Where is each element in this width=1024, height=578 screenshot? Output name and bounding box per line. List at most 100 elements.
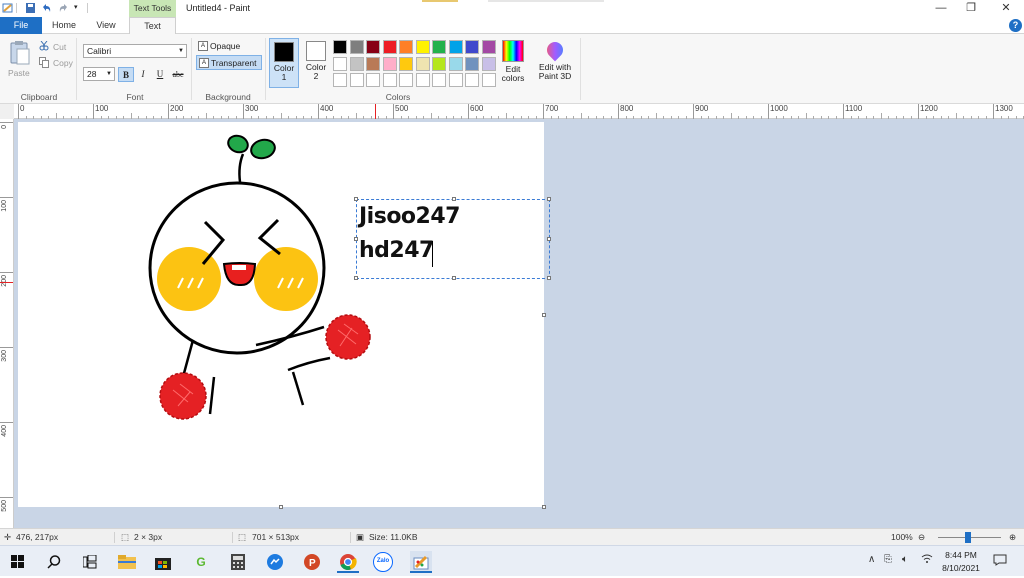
save-icon[interactable]: [25, 2, 36, 14]
messenger-icon[interactable]: [264, 551, 286, 573]
minimize-icon[interactable]: —: [925, 0, 957, 17]
paint-icon[interactable]: [410, 551, 432, 573]
text-line-2[interactable]: hd247: [359, 238, 434, 263]
color-swatch[interactable]: [465, 40, 479, 54]
tab-text[interactable]: Text: [129, 17, 176, 35]
text-line-1[interactable]: Jisoo247: [359, 204, 460, 229]
color-swatch[interactable]: [432, 73, 446, 87]
color-swatch[interactable]: [382, 73, 397, 87]
color-swatch[interactable]: [349, 40, 364, 54]
strikethrough-button[interactable]: abc: [170, 67, 186, 82]
search-icon[interactable]: [43, 551, 65, 573]
file-explorer-icon[interactable]: [116, 551, 138, 573]
resize-handle[interactable]: [547, 197, 551, 201]
wifi-icon[interactable]: [921, 554, 933, 567]
calculator-icon[interactable]: [227, 551, 249, 573]
chrome-icon[interactable]: [337, 551, 359, 573]
clock-date[interactable]: 8/10/2021: [936, 563, 986, 573]
canvas-resize-handle[interactable]: [542, 505, 546, 509]
workspace[interactable]: Jisoo247 hd247: [14, 119, 1024, 528]
undo-icon[interactable]: [41, 2, 52, 14]
color-swatch[interactable]: [382, 40, 397, 54]
color-swatch[interactable]: [465, 73, 479, 87]
edit-with-paint-3d-button[interactable]: Edit with Paint 3D: [535, 38, 575, 81]
text-box[interactable]: Jisoo247 hd247: [354, 197, 551, 280]
canvas-resize-handle[interactable]: [542, 313, 546, 317]
color-swatch[interactable]: [399, 40, 413, 54]
resize-handle[interactable]: [452, 276, 456, 280]
zoom-out-icon[interactable]: ⊖: [918, 529, 925, 545]
windows-start-icon[interactable]: [7, 551, 29, 573]
color-swatch[interactable]: [399, 56, 413, 71]
network-device-icon[interactable]: ⎘: [884, 554, 892, 565]
color-swatch[interactable]: [333, 56, 347, 71]
color-swatch[interactable]: [333, 73, 347, 87]
font-family-select[interactable]: Calibri ▼: [83, 44, 187, 58]
resize-handle[interactable]: [354, 237, 358, 241]
cut-icon[interactable]: [39, 40, 49, 53]
color-swatch[interactable]: [366, 40, 380, 54]
tab-home[interactable]: Home: [45, 17, 83, 34]
close-icon[interactable]: ✕: [990, 0, 1022, 17]
color-swatch[interactable]: [465, 56, 479, 71]
color-swatch[interactable]: [481, 40, 496, 54]
task-view-icon[interactable]: [79, 551, 101, 573]
redo-icon[interactable]: [58, 2, 69, 14]
font-size-select[interactable]: 28 ▼: [83, 67, 115, 81]
opaque-option[interactable]: A Opaque: [196, 39, 262, 54]
color-swatch[interactable]: [399, 73, 413, 87]
color-swatch[interactable]: [415, 40, 430, 54]
restore-icon[interactable]: ❐: [955, 0, 987, 17]
chevron-up-icon[interactable]: ∧: [868, 554, 875, 565]
color-swatch[interactable]: [448, 40, 463, 54]
cut-button[interactable]: Cut: [53, 42, 66, 52]
bold-button[interactable]: B: [118, 67, 134, 82]
resize-handle[interactable]: [354, 197, 358, 201]
color-swatch[interactable]: [333, 40, 347, 54]
zoom-slider-thumb[interactable]: [965, 532, 971, 543]
color-swatch[interactable]: [432, 40, 446, 54]
edit-colors-button[interactable]: Edit colors: [498, 40, 528, 83]
copy-icon[interactable]: [39, 57, 50, 70]
color-swatch[interactable]: [349, 73, 364, 87]
color-swatch[interactable]: [448, 56, 463, 71]
drawing-canvas[interactable]: Jisoo247 hd247: [18, 122, 551, 507]
color-swatch[interactable]: [415, 73, 430, 87]
notification-icon[interactable]: [993, 554, 1007, 569]
resize-handle[interactable]: [547, 237, 551, 241]
zoom-in-icon[interactable]: ⊕: [1009, 529, 1016, 545]
help-icon[interactable]: ?: [1009, 19, 1022, 32]
color-swatch[interactable]: [366, 56, 380, 71]
canvas-resize-handle[interactable]: [279, 505, 283, 509]
color-swatch[interactable]: [481, 56, 496, 71]
color-swatch[interactable]: [448, 73, 463, 87]
clock-time[interactable]: 8:44 PM: [936, 550, 986, 560]
color-2-button[interactable]: Color 2: [301, 38, 331, 88]
color-swatch[interactable]: [349, 56, 364, 71]
color-swatch[interactable]: [382, 56, 397, 71]
color-swatch[interactable]: [415, 56, 430, 71]
customize-dropdown-icon[interactable]: ▾: [74, 2, 82, 14]
copy-button[interactable]: Copy: [53, 58, 73, 68]
app-icon[interactable]: G: [190, 551, 212, 573]
paste-button[interactable]: Paste: [8, 68, 30, 78]
chevron-down-icon: ▼: [106, 71, 112, 77]
color-1-button[interactable]: Color 1: [269, 38, 299, 88]
color-swatch[interactable]: [432, 56, 446, 71]
transparent-option[interactable]: A Transparent: [196, 55, 262, 70]
paint-app-icon[interactable]: [2, 2, 13, 14]
color-swatch[interactable]: [481, 73, 496, 87]
color-swatch[interactable]: [366, 73, 380, 87]
underline-button[interactable]: U: [152, 67, 168, 82]
store-icon[interactable]: [152, 551, 174, 573]
volume-icon[interactable]: 🔈︎: [902, 554, 908, 565]
resize-handle[interactable]: [452, 197, 456, 201]
paste-icon[interactable]: [8, 40, 32, 65]
powerpoint-icon[interactable]: P: [301, 551, 323, 573]
resize-handle[interactable]: [547, 276, 551, 280]
resize-handle[interactable]: [354, 276, 358, 280]
tab-view[interactable]: View: [88, 17, 124, 34]
zalo-icon[interactable]: Zalo: [373, 551, 395, 573]
tab-file[interactable]: File: [0, 17, 42, 34]
italic-button[interactable]: I: [135, 67, 151, 82]
